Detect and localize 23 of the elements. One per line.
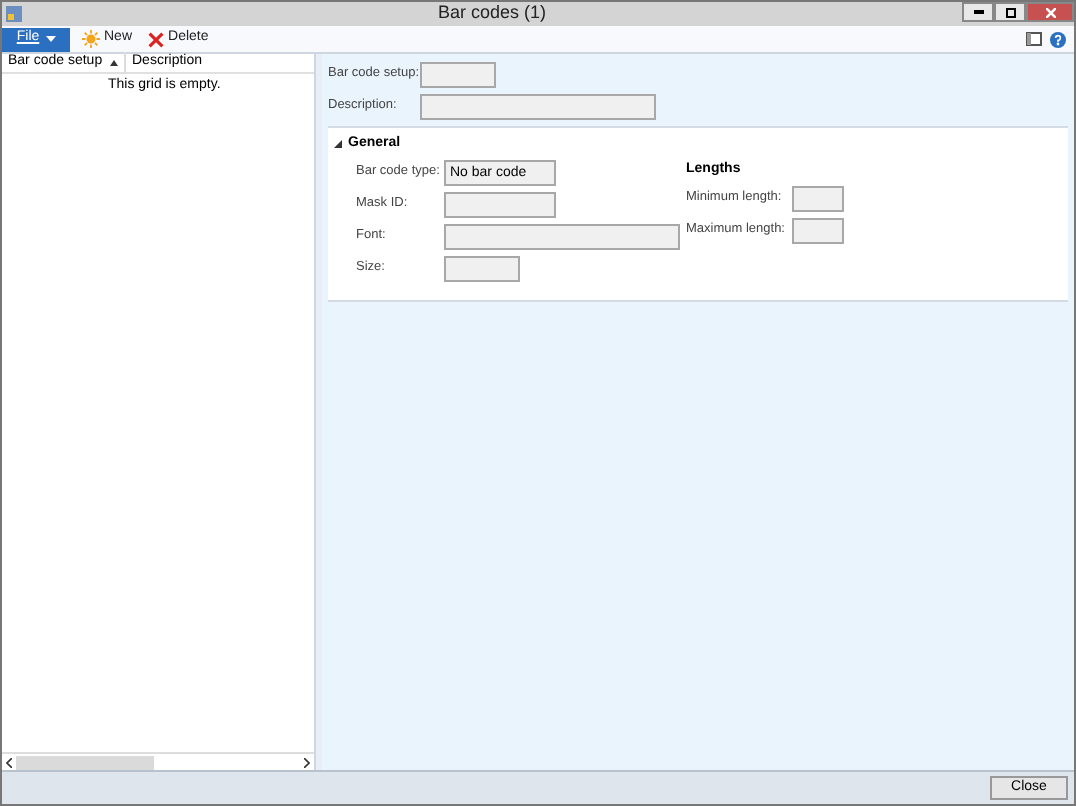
- restore-button[interactable]: [994, 2, 1026, 22]
- collapse-icon[interactable]: [334, 140, 342, 149]
- window-icon[interactable]: [1026, 32, 1042, 46]
- input-field[interactable]: [444, 223, 680, 249]
- input-field[interactable]: [792, 218, 844, 244]
- input-field[interactable]: [420, 94, 656, 120]
- input-field[interactable]: [444, 255, 520, 281]
- minimize-button[interactable]: [962, 2, 994, 22]
- scrollbar-thumb[interactable]: [16, 755, 154, 769]
- sun-icon: [82, 30, 100, 48]
- help-icon[interactable]: [1050, 31, 1066, 47]
- caret-icon: [45, 36, 56, 42]
- window-title: Bar codes (1): [435, 2, 549, 27]
- scroll-left-icon[interactable]: [6, 757, 12, 767]
- input-field[interactable]: [792, 186, 844, 212]
- app-icon: [6, 6, 22, 22]
- scroll-right-icon[interactable]: [304, 757, 310, 767]
- input-field[interactable]: [420, 62, 496, 88]
- close-button[interactable]: [1026, 2, 1074, 22]
- delete-icon: [148, 31, 165, 47]
- input-field[interactable]: [444, 191, 556, 217]
- sort-icon: [110, 60, 118, 66]
- close-icon: [1045, 7, 1055, 17]
